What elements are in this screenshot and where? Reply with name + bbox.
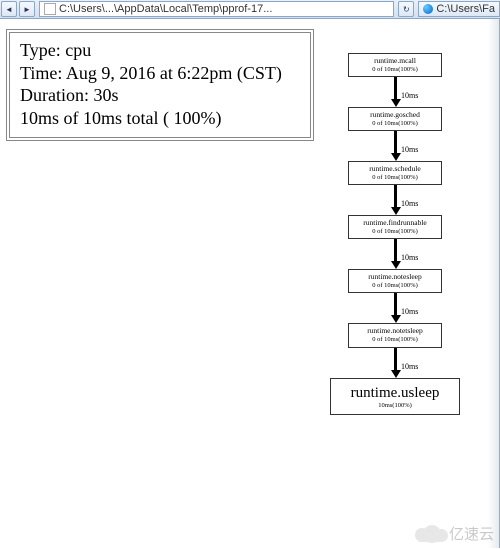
watermark-text: 亿速云: [449, 523, 494, 544]
cloud-icon: [415, 526, 445, 542]
node-title: runtime.usleep: [335, 384, 455, 402]
page-canvas: Type: cpu Time: Aug 9, 2016 at 6:22pm (C…: [0, 19, 500, 548]
node-subtitle: 0 of 10ms(100%): [351, 336, 439, 343]
browser-tab[interactable]: C:\Users\Fa: [418, 1, 500, 17]
graph-node-3[interactable]: runtime.findrunnable0 of 10ms(100%): [348, 215, 442, 239]
address-bar[interactable]: C:\Users\...\AppData\Local\Temp\pprof-17…: [39, 1, 394, 17]
ie-icon: [423, 4, 433, 14]
graph-node-1[interactable]: runtime.gosched0 of 10ms(100%): [348, 107, 442, 131]
call-graph: runtime.mcall0 of 10ms(100%)10msruntime.…: [330, 53, 460, 415]
node-title: runtime.mcall: [351, 57, 439, 66]
edge-label: 10ms: [401, 307, 418, 316]
graph-node-final[interactable]: runtime.usleep10ms(100%): [330, 378, 460, 416]
browser-toolbar: ◄ ► C:\Users\...\AppData\Local\Temp\ppro…: [0, 0, 500, 19]
node-subtitle: 0 of 10ms(100%): [351, 120, 439, 127]
info-type: Type: cpu: [20, 39, 300, 62]
info-duration: Duration: 30s: [20, 84, 300, 107]
forward-button[interactable]: ►: [19, 1, 35, 17]
edge-label: 10ms: [401, 91, 418, 100]
profile-info-box: Type: cpu Time: Aug 9, 2016 at 6:22pm (C…: [6, 29, 314, 141]
edge-label: 10ms: [401, 362, 418, 371]
info-time: Time: Aug 9, 2016 at 6:22pm (CST): [20, 62, 300, 85]
refresh-button[interactable]: ↻: [398, 1, 414, 17]
node-subtitle: 0 of 10ms(100%): [351, 66, 439, 73]
edge-label: 10ms: [401, 145, 418, 154]
tab-title: C:\Users\Fa: [436, 3, 495, 15]
graph-node-5[interactable]: runtime.notetsleep0 of 10ms(100%): [348, 323, 442, 347]
graph-node-2[interactable]: runtime.schedule0 of 10ms(100%): [348, 161, 442, 185]
graph-node-4[interactable]: runtime.notesleep0 of 10ms(100%): [348, 269, 442, 293]
graph-node-0[interactable]: runtime.mcall0 of 10ms(100%): [348, 53, 442, 77]
node-subtitle: 0 of 10ms(100%): [351, 174, 439, 181]
info-total: 10ms of 10ms total ( 100%): [20, 107, 300, 130]
edge-label: 10ms: [401, 199, 418, 208]
address-text: C:\Users\...\AppData\Local\Temp\pprof-17…: [59, 3, 272, 15]
page-icon: [44, 3, 56, 15]
node-title: runtime.gosched: [351, 111, 439, 120]
node-subtitle: 10ms(100%): [335, 402, 455, 410]
node-subtitle: 0 of 10ms(100%): [351, 228, 439, 235]
watermark: 亿速云: [415, 523, 494, 544]
node-title: runtime.findrunnable: [351, 219, 439, 228]
back-button[interactable]: ◄: [1, 1, 17, 17]
edge-label: 10ms: [401, 253, 418, 262]
node-title: runtime.schedule: [351, 165, 439, 174]
node-title: runtime.notesleep: [351, 273, 439, 282]
node-subtitle: 0 of 10ms(100%): [351, 282, 439, 289]
node-title: runtime.notetsleep: [351, 327, 439, 336]
